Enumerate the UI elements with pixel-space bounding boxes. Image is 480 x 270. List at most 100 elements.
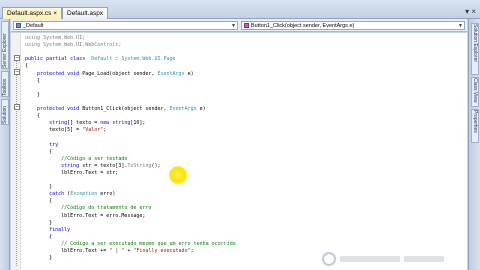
code-line[interactable]: lblErro.Text = str; xyxy=(25,170,118,177)
tab-label: Default.aspx.cs xyxy=(7,10,52,17)
code-token: using xyxy=(25,42,44,49)
watermark-ring xyxy=(322,252,336,266)
class-dropdown-value: _Default xyxy=(23,23,44,29)
navigation-bar: _Default ▼ Button1_Click(object sender, … xyxy=(11,19,467,32)
server-explorer-tab[interactable]: Server Explorer xyxy=(1,21,9,69)
code-token: { xyxy=(25,198,53,205)
code-token: string xyxy=(49,120,68,127)
code-token: Exception xyxy=(70,191,98,198)
code-token: string xyxy=(112,120,131,127)
code-token: public partial class xyxy=(25,56,89,63)
code-line[interactable]: // Código a ser executado mesmo que um e… xyxy=(25,241,236,248)
code-token: ; xyxy=(103,127,107,134)
solution-explorer-tab[interactable]: Solution Explorer xyxy=(471,23,479,75)
code-line[interactable]: } xyxy=(25,92,40,99)
code-token: { xyxy=(25,63,29,70)
properties-tab[interactable]: Properties xyxy=(471,109,479,143)
code-token: System.Web.UI.WebControls; xyxy=(43,42,122,49)
outlining-margin: − − − xyxy=(11,33,21,270)
code-line[interactable]: protected void Page_Load(object sender, … xyxy=(25,71,194,78)
code-line[interactable]: { xyxy=(25,113,40,120)
ide-window: Default.aspx.cs × Default.aspx ▾ × Serve… xyxy=(0,0,480,270)
code-line[interactable]: { xyxy=(25,63,28,70)
code-token: str = texto[3]. xyxy=(79,162,128,169)
code-line[interactable]: { xyxy=(25,149,52,156)
code-token: lblErro.Text += xyxy=(25,248,110,254)
code-token: //Código do tratamento de erro xyxy=(61,205,152,212)
mouse-cursor-highlight xyxy=(169,166,187,184)
code-line[interactable]: //Código do tratamento de erro xyxy=(25,205,151,212)
code-line[interactable]: protected void Button1_Click(object send… xyxy=(25,106,206,113)
code-token: EventArgs xyxy=(157,70,185,77)
right-tool-strip: Solution Explorer Class View Properties xyxy=(468,19,480,270)
code-token: // Código a ser executado mesmo que um e… xyxy=(61,240,236,247)
code-token: string xyxy=(61,162,80,169)
code-token: { xyxy=(25,233,53,240)
watermark-bar xyxy=(340,256,400,262)
code-token: System.Web.UI.Page xyxy=(121,56,176,63)
toolbox-tab[interactable]: Toolbox xyxy=(1,71,9,97)
class-dropdown[interactable]: _Default ▼ xyxy=(13,21,238,30)
code-line[interactable]: using System.Web.UI; xyxy=(25,35,85,42)
class-view-tab[interactable]: Class View xyxy=(471,77,479,107)
code-token: e) xyxy=(196,106,206,112)
code-line[interactable]: //Código a ser testado xyxy=(25,156,127,163)
code-token: //Código a ser testado xyxy=(61,155,128,162)
code-line[interactable]: string[] texto = new string[10]; xyxy=(25,120,145,127)
code-token: System.Web.UI; xyxy=(43,35,86,41)
code-line[interactable]: using System.Web.UI.WebControls; xyxy=(25,42,121,49)
code-token: Button1_Click(object sender, xyxy=(82,106,170,112)
outline-guide xyxy=(16,60,17,266)
code-line[interactable]: catch (Exception erro) xyxy=(25,191,115,198)
code-token: } xyxy=(25,184,53,191)
code-line[interactable]: lblErro.Text = erro.Message; xyxy=(25,213,145,220)
collapse-icon[interactable]: − xyxy=(14,55,20,61)
code-line[interactable]: } xyxy=(25,184,52,191)
tab-default-aspx-cs[interactable]: Default.aspx.cs × xyxy=(2,7,63,19)
tab-default-aspx[interactable]: Default.aspx xyxy=(62,7,109,19)
code-token: lblErro.Text = erro.Message; xyxy=(25,212,146,219)
code-token: (); xyxy=(151,162,161,169)
code-line[interactable]: texto[5] = "Valor"; xyxy=(25,127,106,134)
code-line[interactable]: { xyxy=(25,78,40,85)
code-line[interactable]: public partial class _Default : System.W… xyxy=(25,56,176,63)
code-line[interactable]: } xyxy=(25,255,52,262)
code-line[interactable]: finally xyxy=(25,227,70,234)
window-buttons[interactable]: ▾ × xyxy=(465,7,476,17)
close-icon[interactable]: × xyxy=(53,10,57,17)
class-icon xyxy=(16,23,21,28)
code-line[interactable]: { xyxy=(25,234,52,241)
code-line[interactable]: } xyxy=(25,220,52,227)
code-token: using xyxy=(25,35,44,41)
code-line[interactable]: string str = texto[3].ToString(); xyxy=(25,163,160,170)
collapse-icon[interactable]: − xyxy=(14,69,20,75)
collapse-icon[interactable]: − xyxy=(14,104,20,110)
code-token: catch xyxy=(49,191,65,198)
code-token: { xyxy=(25,148,53,155)
code-token: "Finally executado" xyxy=(133,248,191,254)
code-token: ToString xyxy=(127,162,152,169)
code-line[interactable]: lblErro.Text += " | " + "Finally executa… xyxy=(25,248,194,255)
code-editor[interactable]: − − − using System.Web.UI; using System.W… xyxy=(11,33,467,270)
code-line[interactable]: try xyxy=(25,142,58,149)
document-tab-strip: Default.aspx.cs × Default.aspx ▾ × xyxy=(0,0,480,19)
code-token: [] texto = xyxy=(67,120,101,127)
watermark-bar xyxy=(404,256,444,262)
member-dropdown[interactable]: Button1_Click(object sender, EventArgs e… xyxy=(241,21,465,30)
code-token: } xyxy=(25,219,53,226)
chevron-down-icon: ▼ xyxy=(231,23,236,29)
code-token: "Valor" xyxy=(82,127,104,134)
code-token: erro) xyxy=(97,191,116,198)
method-icon xyxy=(244,23,249,28)
member-dropdown-value: Button1_Click(object sender, EventArgs e… xyxy=(251,23,355,29)
solution-tab[interactable]: Solution xyxy=(1,99,9,125)
code-token: { xyxy=(25,77,41,84)
